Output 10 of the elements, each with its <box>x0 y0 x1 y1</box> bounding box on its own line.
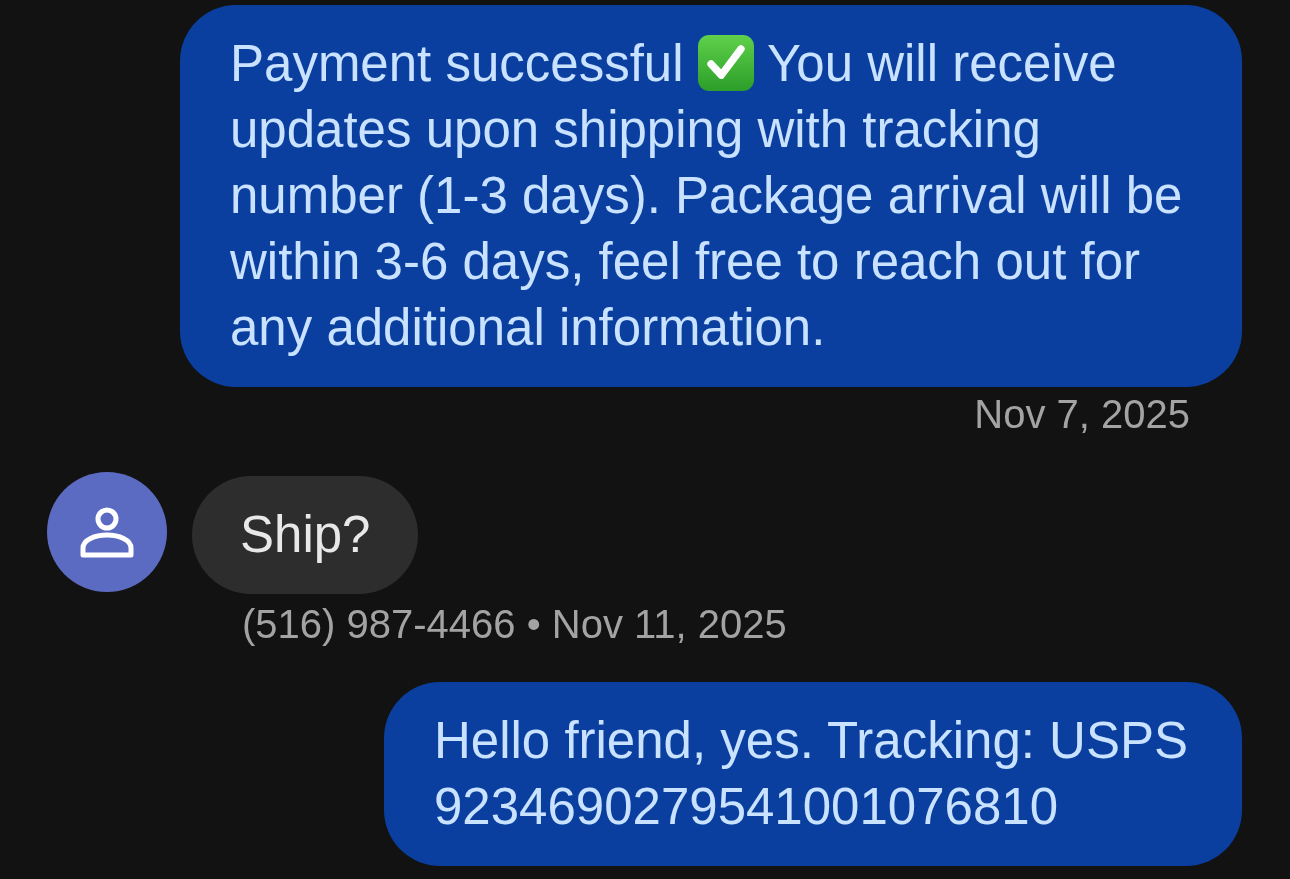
message-bubble[interactable]: Hello friend, yes. Tracking: USPS 9234690279541001076810 <box>384 682 1242 866</box>
message-text: Hello friend, yes. Tracking: USPS 9234690279541001076810 <box>434 711 1189 837</box>
message-text: Payment successful You will receive updates upon shipping with tracking number (1-3 days). Package arrival will be within 3-6 days, feel free to reach out for any additional information. <box>230 34 1184 358</box>
message-bubble[interactable]: Ship? <box>192 476 419 594</box>
check-mark-emoji-icon <box>697 35 754 91</box>
message-text: Ship? <box>240 505 371 565</box>
message-timestamp: Nov 7, 2025 <box>974 392 1190 436</box>
message-sender-and-time: (516) 987-4466 • Nov 11, 2025 <box>242 602 787 646</box>
contact-avatar-icon[interactable] <box>47 472 167 592</box>
message-bubble[interactable]: Payment successful You will receive updates upon shipping with tracking number (1-3 days). Package arrival will be within 3-6 days, feel free to reach out for any additional information. <box>180 5 1242 387</box>
